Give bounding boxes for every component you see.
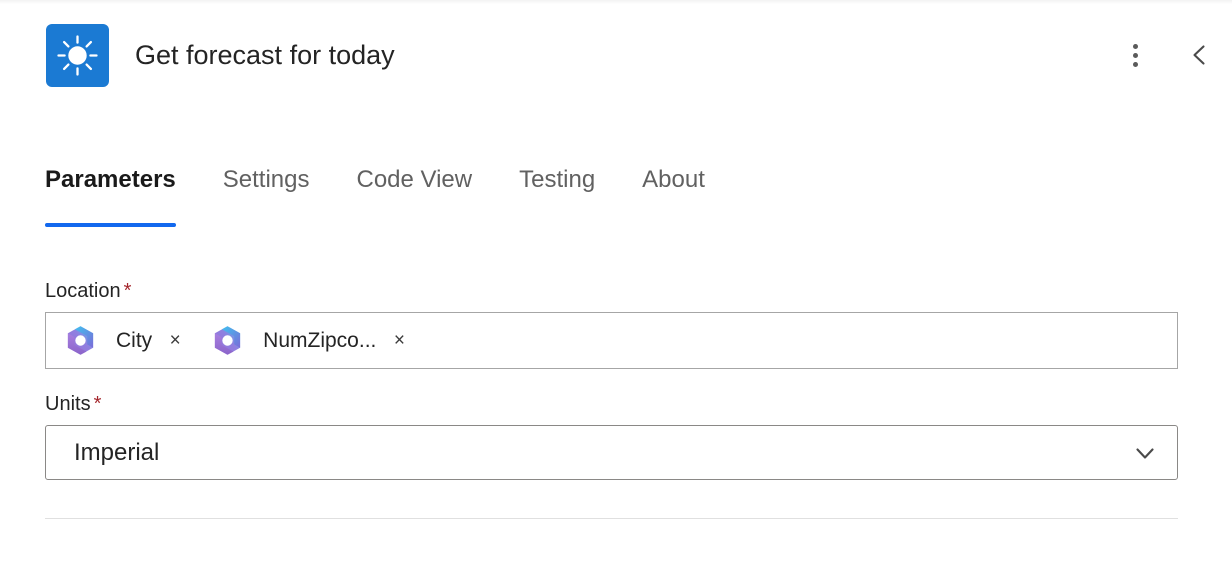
header-actions	[1118, 22, 1232, 88]
required-asterisk: *	[123, 280, 132, 302]
units-label-text: Units	[45, 393, 91, 415]
required-asterisk: *	[93, 393, 102, 415]
tab-testing[interactable]: Testing	[519, 163, 595, 197]
tab-label: Settings	[222, 166, 310, 193]
location-chip-numzipcode[interactable]: NumZipco... ×	[207, 320, 414, 362]
active-tab-indicator	[45, 223, 176, 227]
kebab-dot	[1132, 52, 1138, 58]
chip-remove-icon[interactable]: ×	[390, 331, 408, 350]
tab-label: Parameters	[45, 166, 176, 193]
chip-remove-icon[interactable]: ×	[166, 331, 184, 350]
tab-label: Testing	[519, 166, 596, 193]
chip-label: City	[116, 328, 153, 352]
parameters-form: Location * City × NumZipco... × Units * …	[45, 278, 1178, 480]
copilot-icon	[64, 324, 97, 357]
tab-label: About	[642, 166, 705, 193]
header: Get forecast for today	[0, 22, 1232, 88]
tab-code-view[interactable]: Code View	[356, 163, 472, 197]
page-title: Get forecast for today	[135, 40, 395, 70]
tab-label: Code View	[356, 166, 473, 193]
section-divider	[45, 518, 1178, 519]
location-input[interactable]: City × NumZipco... ×	[45, 312, 1178, 369]
location-label: Location *	[45, 278, 1178, 304]
location-label-text: Location	[45, 280, 121, 302]
chip-label: NumZipco...	[263, 328, 377, 352]
top-edge-strip	[0, 0, 1232, 4]
kebab-dot	[1132, 43, 1138, 49]
more-options-icon[interactable]	[1118, 38, 1152, 72]
location-chip-city[interactable]: City ×	[60, 320, 190, 362]
chevron-down-icon[interactable]	[1132, 440, 1158, 466]
sun-icon	[46, 23, 109, 87]
tab-settings[interactable]: Settings	[223, 163, 310, 197]
units-field-group: Units * Imperial	[45, 391, 1178, 480]
units-label: Units *	[45, 391, 1178, 417]
tab-parameters[interactable]: Parameters	[45, 163, 176, 227]
kebab-dot	[1132, 61, 1138, 67]
chevron-left-icon[interactable]	[1180, 35, 1220, 75]
units-selected-value: Imperial	[74, 438, 160, 466]
location-field-group: Location * City × NumZipco... ×	[45, 278, 1178, 369]
tab-bar: Parameters Settings Code View Testing Ab…	[45, 163, 705, 227]
copilot-icon	[211, 324, 244, 357]
tab-about[interactable]: About	[642, 163, 705, 197]
units-select[interactable]: Imperial	[45, 425, 1178, 480]
